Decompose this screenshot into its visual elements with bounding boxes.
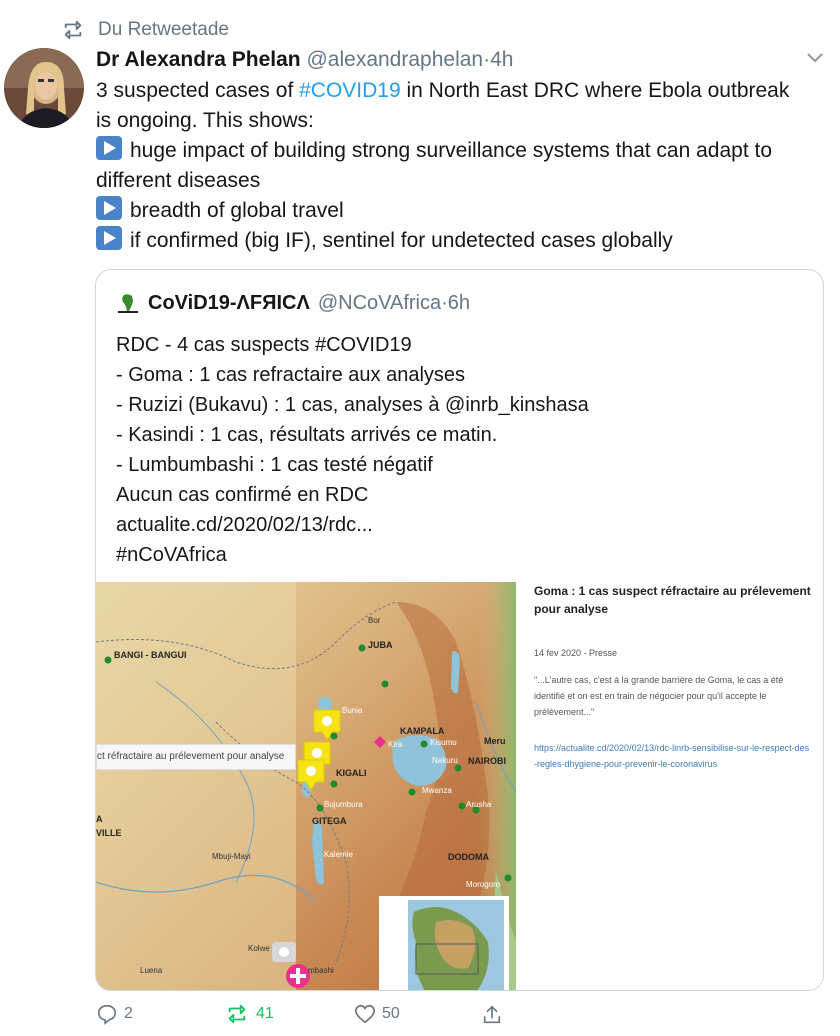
- tweet-header: Dr Alexandra Phelan @alexandraphelan·4h: [96, 44, 830, 76]
- tweet-text: 3 suspected cases of #COVID19 in North E…: [96, 76, 830, 256]
- map-label: KIGALI: [336, 768, 367, 778]
- map-label: DODOMA: [448, 852, 489, 862]
- map-label: VILLE: [96, 828, 122, 838]
- share-button[interactable]: [481, 1003, 509, 1027]
- map-label: Meru: [484, 736, 506, 746]
- quoted-link: actualite.cd/2020/02/13/rdc...: [116, 514, 373, 536]
- play-button-emoji-icon: [96, 136, 122, 160]
- avatar[interactable]: [4, 48, 84, 128]
- quoted-hashtag: #nCoVAfrica: [116, 544, 227, 566]
- tweet-text-segment: 3 suspected cases of: [96, 79, 300, 102]
- separator-dot: ·: [441, 291, 448, 314]
- panel-quote: "...L'autre cas, c'est à la grande barri…: [534, 675, 784, 717]
- tweet-text-line: breadth of global travel: [130, 199, 344, 222]
- africa-logo-icon: [118, 292, 138, 313]
- map-label: Mbuji-Mayi: [212, 852, 251, 861]
- author-name[interactable]: Dr Alexandra Phelan: [96, 48, 301, 71]
- map-label: Kisumu: [430, 738, 457, 747]
- quoted-tweet-header: CoViD19-ΛFЯICΛ @NCoVAfrica · 6h: [116, 288, 470, 318]
- quoted-line: - Goma : 1 cas refractaire aux analyses: [116, 364, 466, 386]
- share-icon: [483, 1005, 501, 1024]
- map-label: GITEGA: [312, 816, 347, 826]
- map-label: Arusha: [466, 800, 492, 809]
- map-label: Kira: [388, 740, 403, 749]
- map-label: Nakuru: [432, 756, 458, 765]
- heart-icon: [355, 1004, 375, 1024]
- quoted-line: - Lumbumbashi : 1 cas testé négatif: [116, 454, 433, 476]
- like-button[interactable]: 50: [354, 1003, 400, 1025]
- panel-title: Goma : 1 cas suspect réfractaire au prél…: [534, 584, 811, 616]
- map-info-panel: Goma : 1 cas suspect réfractaire au prél…: [516, 582, 823, 990]
- panel-date: 14 fev 2020 - Presse: [534, 648, 618, 658]
- hashtag-link[interactable]: #COVID19: [299, 79, 401, 102]
- tweet-text-segment: in North East DRC where Ebola outbreak: [400, 79, 790, 102]
- play-button-emoji-icon: [96, 196, 122, 220]
- map-label: Bujumbura: [324, 800, 363, 809]
- quoted-line: Aucun cas confirmé en RDC: [116, 484, 369, 506]
- play-button-emoji-icon: [96, 226, 122, 250]
- quoted-line: - Ruzizi (Bukavu) : 1 cas, analyses à @i…: [116, 394, 589, 416]
- reply-count: 2: [124, 1005, 133, 1022]
- tweet-actions: 2 41 50: [96, 1003, 516, 1031]
- map-label: Bor: [368, 616, 381, 625]
- tweet-time[interactable]: 4h: [490, 48, 513, 71]
- quoted-tweet[interactable]: CoViD19-ΛFЯICΛ @NCoVAfrica · 6h RDC - 4 ca…: [95, 269, 824, 991]
- tweet-text-line: huge impact of building strong surveilla…: [130, 139, 773, 162]
- map-label: Kalemie: [324, 850, 353, 859]
- map-label: Bunia: [342, 706, 363, 715]
- quoted-tweet-time: 6h: [447, 291, 471, 314]
- tweet: Dr Alexandra Phelan @alexandraphelan·4h …: [96, 44, 830, 256]
- author-handle[interactable]: @alexandraphelan: [306, 48, 483, 71]
- map-label: Luena: [140, 966, 163, 975]
- minimap: [379, 896, 509, 990]
- tweet-text-line: is ongoing. This shows:: [96, 109, 314, 132]
- retweet-icon: [64, 20, 82, 40]
- map-label: KAMPALA: [400, 726, 445, 736]
- panel-link: https://actualite.cd/2020/02/13/rdc-linr…: [534, 743, 810, 769]
- map-label: Morogoro: [466, 880, 501, 889]
- map-label: Mwanza: [422, 786, 452, 795]
- quoted-tweet-text: RDC - 4 cas suspects #COVID19 - Goma : 1…: [116, 330, 589, 570]
- attached-image[interactable]: Bor JUBA BANGI - BANGUI Bunia KAMPALA Ki…: [96, 582, 823, 990]
- quoted-line: RDC - 4 cas suspects #COVID19: [116, 334, 412, 356]
- quoted-author-handle[interactable]: @NCoVAfrica: [318, 292, 441, 315]
- reply-icon: [97, 1004, 117, 1025]
- map-label: mbashi: [308, 966, 334, 975]
- quoted-author-name[interactable]: CoViD19-ΛFЯICΛ: [148, 292, 310, 315]
- retweet-icon: [228, 1004, 246, 1024]
- map-label: NAIROBI: [468, 756, 506, 766]
- retweet-button[interactable]: 41: [224, 1003, 274, 1025]
- map-label: JUBA: [368, 640, 393, 650]
- map-label: BANGI - BANGUI: [114, 650, 187, 660]
- map-label: Kolwe: [248, 944, 270, 953]
- retweet-count: 41: [256, 1005, 274, 1022]
- map-label: A: [96, 814, 103, 824]
- tweet-text-line: different diseases: [96, 169, 261, 192]
- like-count: 50: [382, 1005, 400, 1022]
- tweet-text-line: if confirmed (big IF), sentinel for unde…: [130, 229, 673, 252]
- reply-button[interactable]: 2: [96, 1003, 133, 1025]
- map-image: Bor JUBA BANGI - BANGUI Bunia KAMPALA Ki…: [96, 582, 516, 990]
- quoted-line: - Kasindi : 1 cas, résultats arrivés ce …: [116, 424, 498, 446]
- retweet-context-label: Du Retweetade: [98, 19, 229, 40]
- map-popup-label: ct réfractaire au prélevement pour analy…: [96, 744, 296, 770]
- retweet-context: Du Retweetade: [62, 18, 229, 42]
